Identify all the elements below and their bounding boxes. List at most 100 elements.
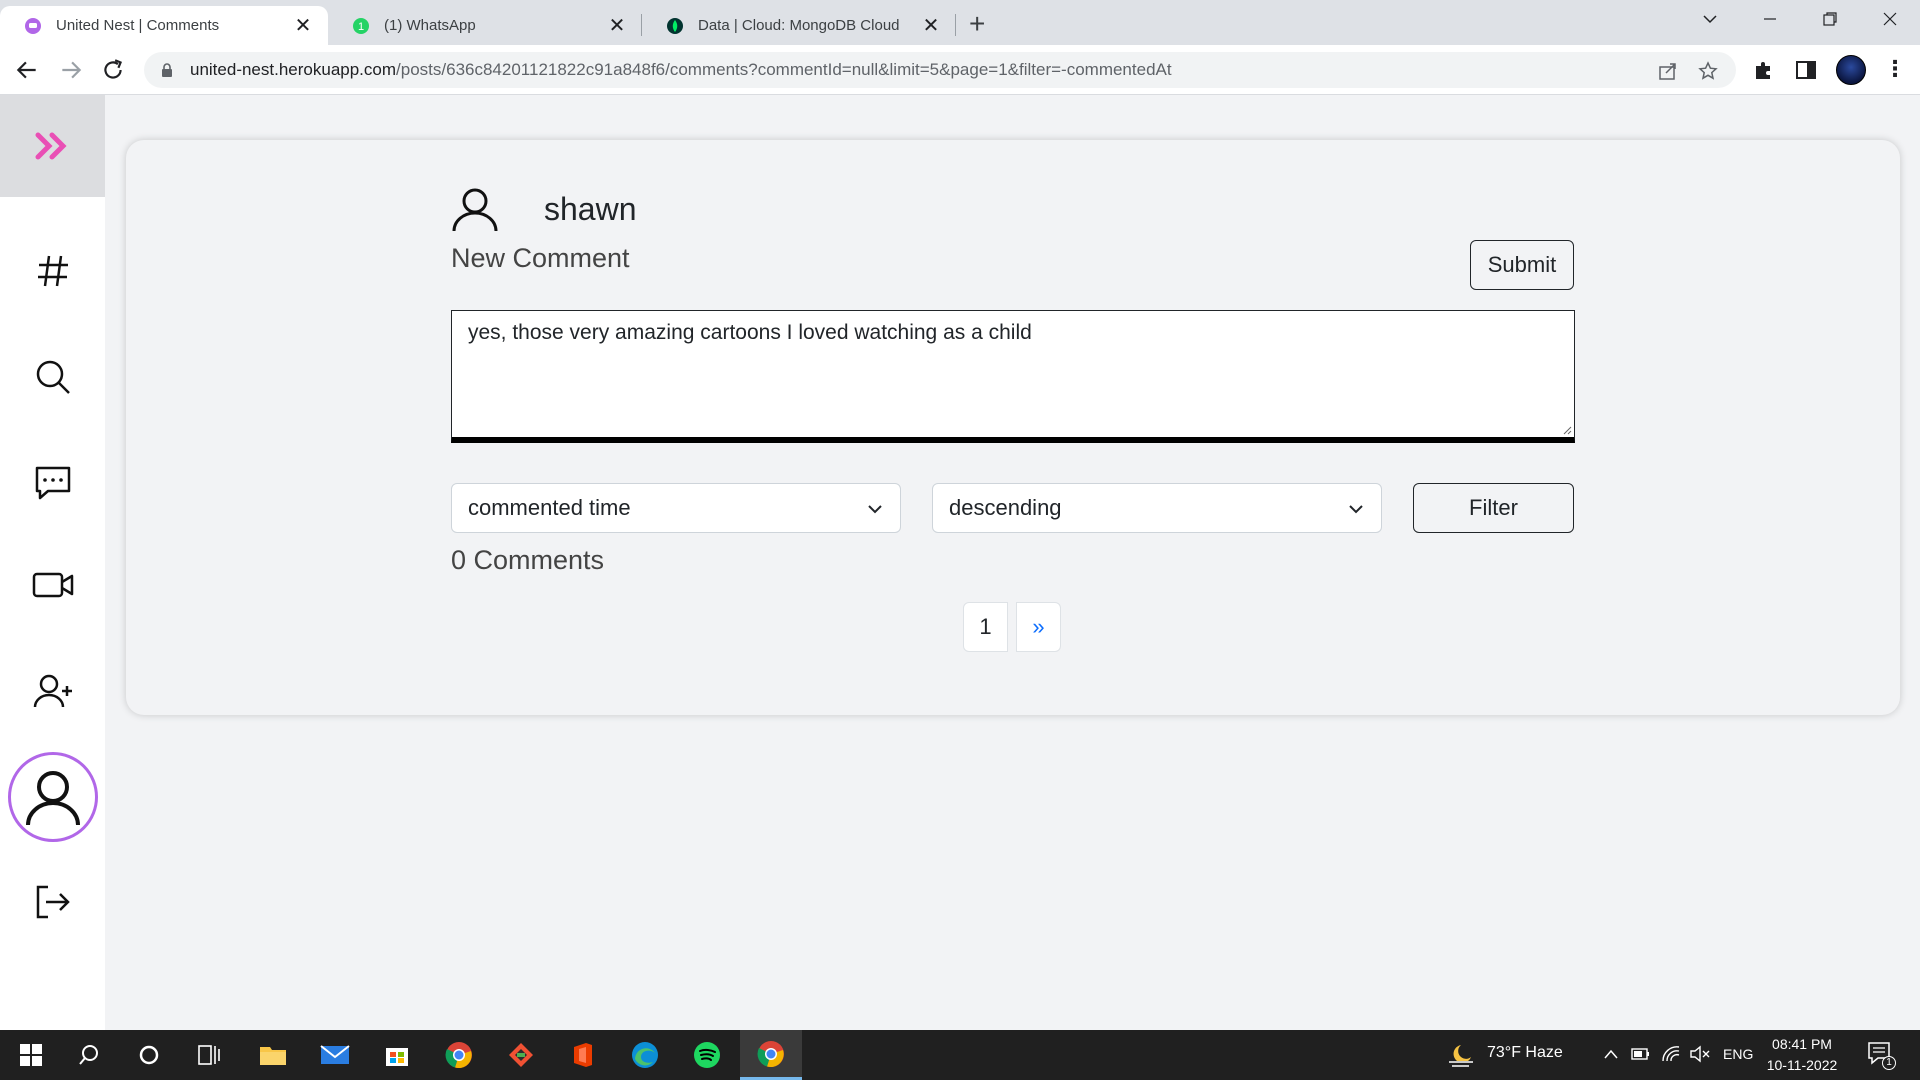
tab-united-nest[interactable]: United Nest | Comments ✕ — [0, 6, 328, 45]
pagination-page-1[interactable]: 1 — [963, 602, 1008, 652]
language-indicator[interactable]: ENG — [1723, 1046, 1753, 1062]
chevron-down-icon — [1349, 505, 1363, 514]
task-view-icon — [198, 1045, 220, 1065]
battery-icon[interactable] — [1631, 1047, 1651, 1061]
tab-title: United Nest | Comments — [56, 17, 220, 34]
chevron-down-icon — [868, 505, 882, 514]
taskbar-store[interactable] — [366, 1030, 428, 1080]
url-host: united-nest.herokuapp.com — [190, 60, 397, 79]
lock-icon[interactable] — [160, 63, 174, 77]
new-tab-button[interactable]: + — [969, 8, 985, 40]
tab-title: (1) WhatsApp — [384, 17, 476, 34]
submit-button[interactable]: Submit — [1470, 240, 1574, 290]
add-user-icon — [33, 674, 72, 708]
svg-text:1: 1 — [358, 21, 364, 33]
pagination-next[interactable]: » — [1016, 602, 1061, 652]
sort-field-value: commented time — [468, 495, 631, 520]
sidebar-item-video[interactable] — [0, 555, 105, 615]
sidebar-item-search[interactable] — [0, 347, 105, 407]
weather-text[interactable]: 73°F Haze — [1487, 1044, 1563, 1062]
cortana-button[interactable] — [118, 1030, 180, 1080]
sidebar-item-logout[interactable] — [0, 872, 105, 932]
wifi-icon[interactable] — [1661, 1045, 1681, 1063]
share-icon[interactable] — [1658, 61, 1678, 81]
mail-icon — [320, 1045, 350, 1064]
notifications-button[interactable]: 1 — [1866, 1040, 1896, 1070]
taskbar-search-button[interactable] — [58, 1030, 120, 1080]
minimize-button[interactable] — [1750, 8, 1790, 27]
user-avatar-icon — [452, 188, 498, 232]
weather-moon-haze-icon[interactable] — [1447, 1042, 1475, 1068]
browser-menu-icon[interactable]: ⋮ — [1884, 57, 1906, 81]
comment-textarea[interactable]: yes, those very amazing cartoons I loved… — [451, 310, 1575, 443]
show-hidden-icons-chevron-icon[interactable] — [1603, 1048, 1619, 1060]
close-icon[interactable]: ✕ — [606, 13, 628, 38]
browser-toolbar: united-nest.herokuapp.com/posts/636c8420… — [0, 45, 1920, 95]
task-view-button[interactable] — [178, 1030, 240, 1080]
hashtag-icon — [37, 255, 68, 287]
extensions-puzzle-icon[interactable] — [1752, 58, 1776, 82]
address-bar[interactable]: united-nest.herokuapp.com/posts/636c8420… — [144, 52, 1736, 88]
taskbar-chrome-active[interactable] — [740, 1030, 802, 1080]
cortana-circle-icon — [139, 1045, 159, 1065]
taskbar-edge[interactable] — [614, 1030, 676, 1080]
clock-time: 08:41 PM — [1772, 1036, 1832, 1052]
store-icon — [386, 1048, 408, 1066]
volume-muted-icon[interactable] — [1689, 1045, 1711, 1063]
taskbar-spotify[interactable] — [676, 1030, 738, 1080]
profile-icon — [26, 771, 80, 826]
filter-button[interactable]: Filter — [1413, 483, 1574, 533]
start-button[interactable] — [0, 1030, 62, 1080]
tab-mongodb[interactable]: Data | Cloud: MongoDB Cloud ✕ — [642, 6, 956, 45]
window-close-button[interactable] — [1870, 8, 1910, 27]
sidebar-item-chat[interactable] — [0, 453, 105, 513]
tab-search-chevron-icon[interactable] — [1690, 8, 1730, 27]
taskbar-chrome[interactable] — [428, 1030, 490, 1080]
logout-icon — [36, 885, 70, 919]
taskbar-git[interactable] — [490, 1030, 552, 1080]
taskbar-mail[interactable] — [304, 1030, 366, 1080]
chat-icon — [35, 466, 70, 500]
office-icon — [574, 1043, 592, 1067]
new-comment-heading: New Comment — [451, 243, 630, 273]
united-nest-favicon — [25, 17, 41, 34]
side-panel-icon[interactable] — [1794, 58, 1818, 82]
search-icon — [79, 1045, 98, 1065]
sidebar-item-add-friend[interactable] — [0, 661, 105, 721]
app-page: shawn New Comment Submit yes, those very… — [0, 95, 1920, 1030]
edge-icon — [632, 1042, 658, 1068]
tab-divider — [955, 14, 956, 36]
taskbar-clock[interactable]: 08:41 PM 10-11-2022 — [1762, 1034, 1842, 1076]
sort-field-select[interactable]: commented time — [451, 483, 901, 533]
comment-author: shawn — [450, 184, 637, 234]
tab-whatsapp[interactable]: 1 (1) WhatsApp ✕ — [328, 6, 642, 45]
forward-arrow-icon[interactable] — [58, 57, 84, 83]
search-icon — [36, 360, 70, 394]
restore-button[interactable] — [1810, 8, 1850, 27]
resize-handle-icon[interactable] — [1562, 425, 1572, 435]
sort-order-value: descending — [949, 495, 1062, 520]
taskbar-office[interactable] — [552, 1030, 614, 1080]
windows-taskbar: 73°F Haze ENG 08:41 PM 10-11-2022 1 — [0, 1030, 1920, 1080]
chrome-icon — [757, 1040, 784, 1067]
notification-count-badge: 1 — [1882, 1056, 1896, 1070]
browser-profile-avatar[interactable] — [1836, 55, 1866, 85]
sidebar-item-profile[interactable] — [8, 752, 98, 842]
git-diamond-icon — [509, 1043, 533, 1067]
close-icon[interactable]: ✕ — [292, 13, 314, 38]
tab-title: Data | Cloud: MongoDB Cloud — [698, 17, 900, 34]
expand-icon — [35, 132, 67, 160]
browser-tab-bar: United Nest | Comments ✕ 1 (1) WhatsApp … — [0, 0, 1920, 45]
close-icon[interactable]: ✕ — [920, 13, 942, 38]
video-icon — [32, 572, 73, 598]
bookmark-star-icon[interactable] — [1698, 61, 1718, 81]
sidebar-item-topics[interactable] — [0, 241, 105, 301]
reload-icon[interactable] — [100, 57, 126, 83]
url-text[interactable]: united-nest.herokuapp.com/posts/636c8420… — [190, 60, 1172, 80]
chrome-icon — [445, 1042, 472, 1069]
sort-order-select[interactable]: descending — [932, 483, 1382, 533]
sidebar-expand-button[interactable] — [0, 95, 105, 197]
taskbar-file-explorer[interactable] — [242, 1030, 304, 1080]
back-arrow-icon[interactable] — [14, 57, 40, 83]
comment-text: yes, those very amazing cartoons I loved… — [468, 321, 1032, 344]
